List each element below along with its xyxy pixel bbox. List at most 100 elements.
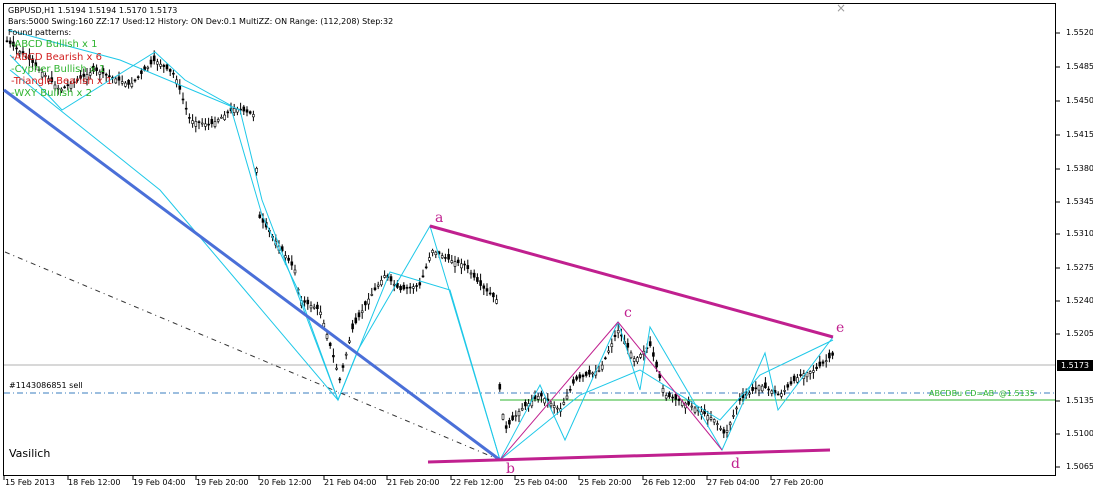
- candle-body: [495, 299, 498, 304]
- close-icon[interactable]: ×: [836, 1, 846, 15]
- candle-body: [524, 401, 527, 407]
- candle-body: [306, 299, 310, 305]
- candle-body: [223, 114, 226, 120]
- zigzag-line-wxy: [9, 51, 834, 462]
- candle-body: [367, 298, 370, 305]
- candle-body: [389, 276, 393, 282]
- candle-body: [133, 79, 137, 82]
- candle-body: [188, 117, 191, 119]
- candle-body: [796, 377, 799, 383]
- candle-body: [120, 81, 124, 84]
- candle-body: [357, 312, 361, 318]
- candle-body: [767, 388, 770, 391]
- candle-body: [719, 428, 722, 430]
- candle-body: [415, 285, 418, 287]
- candle-body: [194, 121, 198, 127]
- blue-trend-line[interactable]: [3, 88, 501, 462]
- candle-body: [776, 393, 780, 396]
- time-axis-label: 21 Feb 20:00: [387, 478, 440, 487]
- candle-body: [504, 425, 508, 429]
- candle-body: [706, 415, 710, 421]
- candle-body: [412, 286, 415, 289]
- candle-body: [591, 372, 594, 375]
- candle-body: [536, 396, 540, 400]
- candle-body: [629, 352, 633, 359]
- candle-body: [508, 420, 511, 425]
- candle-body: [424, 266, 428, 269]
- candle-body: [511, 415, 514, 421]
- candle-body: [783, 390, 786, 392]
- candle-body: [476, 277, 479, 282]
- candle-body: [392, 283, 396, 286]
- chart-window[interactable]: × GBPUSD,H1 1.5194 1.5194 1.5170 1.5173 …: [0, 0, 1093, 493]
- candle-body: [136, 76, 140, 78]
- candle-body: [543, 398, 546, 404]
- candle-body: [485, 288, 489, 292]
- candle-body: [335, 367, 338, 370]
- candle-body: [616, 330, 620, 334]
- candle-body: [632, 358, 636, 362]
- candle-body: [5, 40, 9, 43]
- sell-order-label[interactable]: #1143086851 sell: [9, 381, 83, 390]
- candle-body: [712, 419, 716, 423]
- candle-body: [220, 116, 223, 119]
- candle-body: [818, 361, 822, 367]
- candle-body: [498, 384, 502, 390]
- candle-body: [226, 111, 230, 114]
- candle-body: [159, 63, 162, 67]
- point-label-b: b: [506, 461, 515, 477]
- candle-body: [588, 369, 591, 375]
- candle-body: [204, 123, 207, 127]
- candle-body: [127, 79, 130, 85]
- point-label-d: d: [731, 456, 740, 472]
- price-axis-label: 1.5275: [1066, 263, 1093, 272]
- candle-body: [456, 259, 460, 264]
- candle-body: [450, 260, 454, 263]
- candle-body: [444, 257, 447, 259]
- candle-body: [805, 372, 809, 378]
- candle-body: [600, 364, 604, 370]
- candle-body: [792, 375, 796, 382]
- candle-body: [248, 111, 252, 114]
- candle-body: [770, 390, 774, 394]
- candle-body: [460, 263, 463, 269]
- time-axis-label: 20 Feb 12:00: [259, 478, 312, 487]
- candle-body: [472, 272, 476, 278]
- candle-body: [232, 108, 236, 113]
- candle-body: [114, 78, 118, 84]
- candle-body: [828, 352, 831, 359]
- candle-body: [709, 417, 713, 420]
- candle-body: [338, 378, 342, 381]
- candle-body: [156, 61, 159, 65]
- candle-body: [373, 287, 377, 291]
- candle-body: [799, 374, 802, 376]
- candle-body: [405, 287, 409, 289]
- candle-body: [479, 280, 482, 286]
- price-chart[interactable]: [0, 0, 1093, 493]
- candle-body: [760, 385, 764, 392]
- candle-body: [520, 408, 524, 411]
- candle-body: [488, 292, 492, 295]
- candle-body: [786, 384, 790, 388]
- candle-body: [501, 413, 505, 420]
- price-axis-label: 1.5415: [1066, 130, 1093, 139]
- candle-body: [309, 305, 313, 309]
- candle-body: [210, 118, 214, 125]
- candle-body: [293, 269, 297, 274]
- candle-body: [380, 279, 383, 286]
- candle-body: [821, 361, 825, 364]
- pattern-item: -ABCD Bearish x 6: [11, 52, 102, 63]
- candle-body: [216, 119, 220, 122]
- candle-body: [364, 301, 367, 306]
- candle-body: [581, 374, 585, 378]
- time-axis-label: 19 Feb 20:00: [196, 478, 249, 487]
- candle-body: [284, 255, 287, 259]
- pattern-item: -WXY Bullish x 2: [11, 88, 92, 99]
- candle-body: [626, 342, 630, 348]
- time-axis-label: 21 Feb 04:00: [324, 478, 377, 487]
- candle-body: [568, 388, 572, 391]
- candle-body: [172, 72, 175, 75]
- candle-body: [607, 350, 610, 353]
- candle-body: [316, 304, 319, 310]
- time-axis-label: 18 Feb 12:00: [68, 478, 121, 487]
